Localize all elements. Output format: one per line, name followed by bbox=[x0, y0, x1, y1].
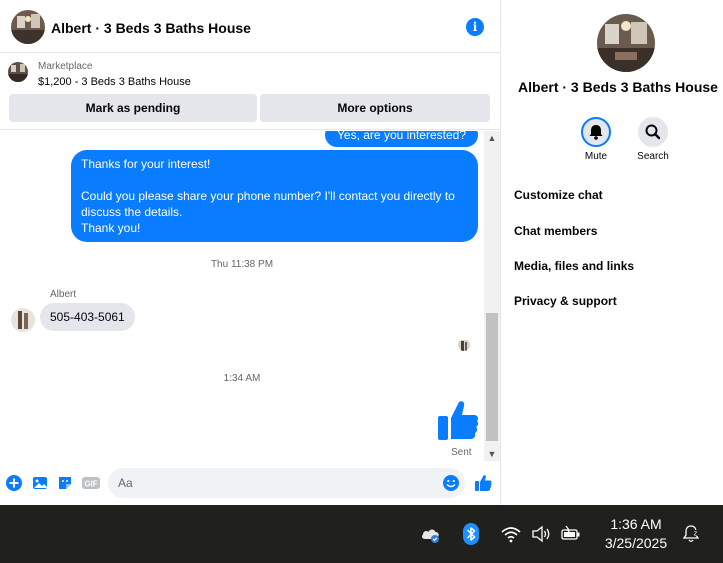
contact-name: Albert · 3 Beds 3 Baths House bbox=[518, 79, 718, 95]
listing-thumbnail[interactable] bbox=[8, 62, 28, 82]
sender-avatar[interactable] bbox=[11, 308, 35, 332]
chat-panel: Albert · 3 Beds 3 Baths House i Marketpl… bbox=[0, 0, 501, 505]
incoming-message[interactable]: 505-403-5061 bbox=[40, 303, 135, 331]
scrollbar-thumb[interactable] bbox=[486, 313, 498, 441]
wifi-icon[interactable] bbox=[500, 523, 522, 545]
scrollbar[interactable]: ▲ ▼ bbox=[484, 131, 500, 461]
chat-details-panel: Albert · 3 Beds 3 Baths House Mute Searc… bbox=[501, 0, 723, 505]
gif-icon[interactable]: GIF bbox=[82, 475, 100, 491]
volume-icon[interactable] bbox=[530, 523, 552, 545]
emoji-icon[interactable] bbox=[442, 474, 460, 492]
contact-avatar[interactable] bbox=[11, 10, 45, 44]
taskbar: 1:36 AM 3/25/2025 z bbox=[0, 505, 723, 563]
search-icon bbox=[638, 117, 668, 147]
svg-text:GIF: GIF bbox=[84, 480, 97, 489]
outgoing-message[interactable]: Thanks for your interest! Could you plea… bbox=[71, 150, 478, 242]
timestamp: 1:34 AM bbox=[223, 373, 261, 384]
scroll-down-arrow-icon[interactable]: ▼ bbox=[484, 447, 500, 461]
system-clock[interactable]: 1:36 AM 3/25/2025 bbox=[594, 515, 678, 553]
bell-icon bbox=[581, 117, 611, 147]
composer: GIF bbox=[0, 462, 500, 505]
bluetooth-icon[interactable] bbox=[460, 523, 482, 545]
chat-title[interactable]: Albert · 3 Beds 3 Baths House bbox=[51, 20, 251, 36]
mute-label: Mute bbox=[584, 151, 608, 162]
message-input[interactable] bbox=[108, 468, 465, 498]
listing-title[interactable]: $1,200 - 3 Beds 3 Baths House bbox=[38, 76, 191, 88]
battery-charging-icon[interactable] bbox=[560, 523, 582, 545]
menu-customize-chat[interactable]: Customize chat bbox=[514, 188, 603, 202]
onedrive-cloud-icon[interactable] bbox=[420, 523, 442, 545]
screen: Albert · 3 Beds 3 Baths House i Marketpl… bbox=[0, 0, 723, 563]
search-button[interactable]: Search bbox=[628, 117, 678, 162]
plus-icon[interactable] bbox=[6, 475, 22, 491]
chat-header: Albert · 3 Beds 3 Baths House i bbox=[0, 0, 500, 53]
sender-name: Albert bbox=[50, 289, 77, 300]
clock-time: 1:36 AM bbox=[610, 516, 662, 532]
like-button-icon[interactable] bbox=[474, 474, 492, 492]
outgoing-message[interactable]: Yes, are you interested? bbox=[325, 131, 478, 147]
message-list: Yes, are you interested? Thanks for your… bbox=[0, 131, 484, 461]
photo-icon[interactable] bbox=[32, 475, 48, 491]
scroll-up-arrow-icon[interactable]: ▲ bbox=[484, 131, 500, 145]
svg-text:z: z bbox=[694, 531, 698, 538]
menu-media-files-links[interactable]: Media, files and links bbox=[514, 259, 634, 273]
delivery-status: Sent bbox=[451, 447, 472, 458]
notification-bell-icon[interactable]: z bbox=[680, 523, 702, 545]
marketplace-label: Marketplace bbox=[38, 61, 93, 72]
sticker-icon[interactable] bbox=[57, 475, 73, 491]
clock-date: 3/25/2025 bbox=[604, 535, 668, 551]
info-icon[interactable]: i bbox=[466, 18, 484, 36]
mute-button[interactable]: Mute bbox=[571, 117, 621, 162]
marketplace-bar: Marketplace $1,200 - 3 Beds 3 Baths Hous… bbox=[0, 54, 500, 130]
seen-avatar bbox=[458, 339, 470, 351]
menu-privacy-support[interactable]: Privacy & support bbox=[514, 294, 617, 308]
search-label: Search bbox=[637, 151, 669, 162]
more-options-button[interactable]: More options bbox=[260, 94, 490, 122]
contact-profile-photo[interactable] bbox=[597, 14, 655, 72]
mark-as-pending-button[interactable]: Mark as pending bbox=[9, 94, 257, 122]
timestamp: Thu 11:38 PM bbox=[210, 259, 274, 270]
thumbs-up-sticker[interactable] bbox=[437, 399, 479, 443]
menu-chat-members[interactable]: Chat members bbox=[514, 224, 597, 238]
